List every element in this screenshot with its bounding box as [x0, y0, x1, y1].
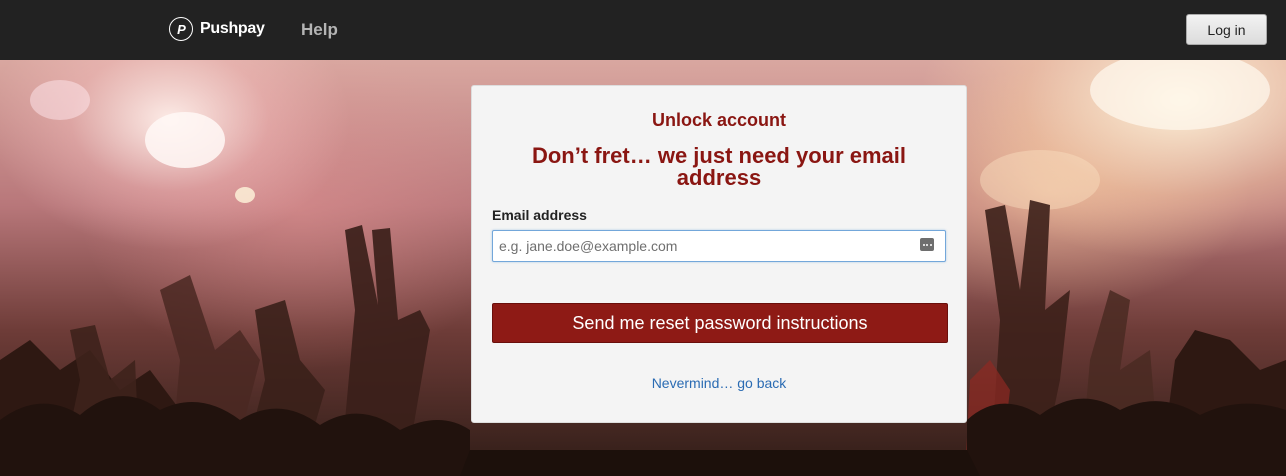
- send-reset-instructions-button[interactable]: Send me reset password instructions: [492, 303, 948, 343]
- help-link[interactable]: Help: [301, 20, 338, 40]
- password-manager-icon[interactable]: [920, 238, 934, 251]
- card-title: Unlock account: [651, 110, 787, 130]
- card-heading: Don’t fret… we just need your email addr…: [531, 143, 907, 190]
- pushpay-logo-icon: P: [169, 17, 193, 41]
- top-navigation-bar: P Pushpay Help Log in: [0, 0, 1286, 60]
- page: P Pushpay Help Log in Unlock account Don…: [0, 0, 1286, 476]
- nevermind-go-back-link[interactable]: Nevermind… go back: [472, 375, 966, 391]
- email-address-input[interactable]: [492, 230, 946, 262]
- email-address-label: Email address: [492, 207, 587, 223]
- unlock-account-card: Unlock account Don’t fret… we just need …: [471, 85, 967, 423]
- log-in-button[interactable]: Log in: [1186, 14, 1267, 45]
- brand-name: Pushpay: [200, 20, 265, 37]
- pushpay-logo[interactable]: P Pushpay: [169, 15, 265, 43]
